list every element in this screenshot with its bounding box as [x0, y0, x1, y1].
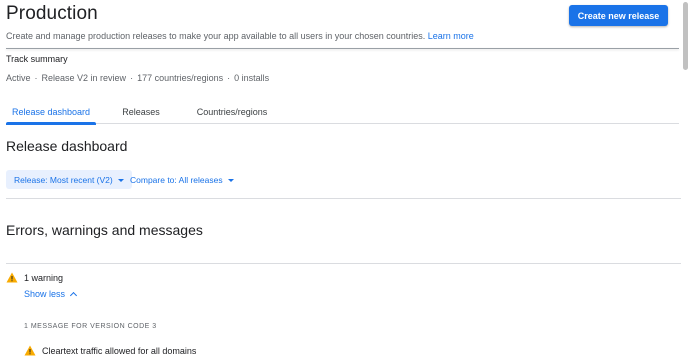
- header-divider: [6, 48, 679, 49]
- installs-count: 0 installs: [234, 73, 270, 83]
- tab-bar: Release dashboard Releases Countries/reg…: [6, 100, 679, 125]
- track-summary-details: Active · Release V2 in review · 177 countrie…: [6, 73, 269, 83]
- track-summary-heading: Track summary: [6, 54, 68, 64]
- chevron-up-icon: [69, 291, 78, 300]
- compare-filter-label: Compare to: All releases: [130, 174, 223, 185]
- separator-dot: ·: [227, 73, 231, 83]
- warning-summary: 1 warning: [6, 272, 63, 283]
- show-less-label: Show less: [24, 289, 66, 299]
- release-dashboard-heading: Release dashboard: [6, 138, 128, 154]
- tab-release-dashboard[interactable]: Release dashboard: [6, 100, 96, 125]
- subtitle-text: Create and manage production releases to…: [6, 31, 426, 41]
- create-new-release-button[interactable]: Create new release: [569, 5, 668, 26]
- page-subtitle: Create and manage production releases to…: [6, 31, 474, 41]
- warning-count: 1 warning: [24, 272, 64, 283]
- tab-countries-regions[interactable]: Countries/regions: [190, 100, 274, 124]
- compare-filter-dropdown[interactable]: Compare to: All releases: [130, 170, 234, 189]
- warning-triangle-icon: [24, 345, 36, 356]
- release-filter-label: Release: Most recent (V2): [14, 174, 113, 185]
- separator-dot: ·: [130, 73, 134, 83]
- message-text: Cleartext traffic allowed for all domain…: [42, 345, 197, 356]
- caret-down-icon: [117, 178, 124, 182]
- separator-dot: ·: [34, 73, 38, 83]
- countries-count: 177 countries/regions: [137, 73, 224, 83]
- release-filter-dropdown[interactable]: Release: Most recent (V2): [6, 170, 132, 189]
- status-text: Active: [6, 73, 31, 83]
- learn-more-link[interactable]: Learn more: [428, 31, 474, 41]
- release-status-text: Release V2 in review: [41, 73, 127, 83]
- messages-heading: Errors, warnings and messages: [6, 222, 203, 238]
- caret-down-icon: [227, 178, 234, 182]
- show-less-toggle[interactable]: Show less: [24, 289, 78, 300]
- section-divider: [6, 198, 681, 199]
- message-item[interactable]: Cleartext traffic allowed for all domain…: [24, 345, 196, 356]
- scrollbar-thumb[interactable]: [683, 2, 688, 70]
- message-group-header: 1 MESSAGE FOR VERSION CODE 3: [24, 323, 157, 330]
- warning-triangle-icon: [6, 272, 18, 283]
- messages-divider: [6, 263, 681, 264]
- tab-releases[interactable]: Releases: [114, 100, 168, 124]
- page-title: Production: [6, 3, 98, 24]
